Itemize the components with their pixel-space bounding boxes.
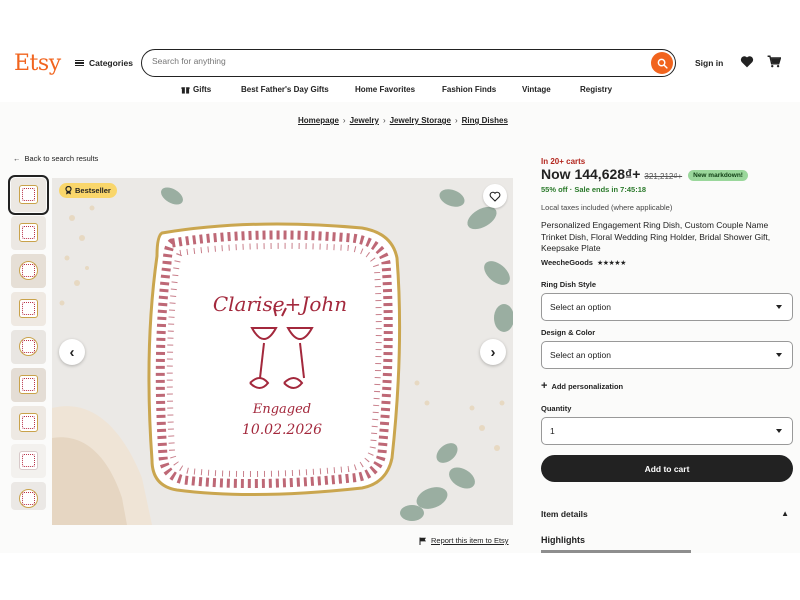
favorite-button[interactable] xyxy=(483,184,507,208)
thumbnail-image[interactable] xyxy=(11,444,46,478)
item-details-label: Item details xyxy=(541,509,588,519)
quantity-label: Quantity xyxy=(541,404,572,413)
product-title: Personalized Engagement Ring Dish, Custo… xyxy=(541,220,771,253)
nav-fathers-day[interactable]: Best Father's Day Gifts xyxy=(241,82,329,96)
chevron-right-icon: › xyxy=(342,116,346,125)
thumbnail-image[interactable] xyxy=(11,216,46,250)
favorites-heart-icon[interactable] xyxy=(740,55,754,73)
main-product-image[interactable]: Clarise+John Engaged 10.02.2026 Bestsell… xyxy=(52,178,513,525)
thumbnail-image[interactable] xyxy=(11,406,46,440)
thumbnail-image[interactable] xyxy=(11,368,46,402)
price-row: Now 144,628₫+ 321,212₫+ New markdown! xyxy=(541,166,748,183)
ring-dish-style-label: Ring Dish Style xyxy=(541,280,597,289)
quantity-select[interactable]: 1 xyxy=(541,417,793,445)
add-personalization-button[interactable]: + Add personalization xyxy=(541,380,623,392)
nav-registry[interactable]: Registry xyxy=(580,82,612,96)
nav-home-favorites[interactable]: Home Favorites xyxy=(355,82,415,96)
shop-name-link[interactable]: WeecheGoods xyxy=(541,258,593,267)
report-item-link[interactable]: Report this item to Etsy xyxy=(419,536,509,545)
select-value: Select an option xyxy=(550,302,611,312)
breadcrumb-link[interactable]: Ring Dishes xyxy=(462,116,508,125)
back-to-results-link[interactable]: ← Back to search results xyxy=(13,154,98,163)
thumbnail-image[interactable] xyxy=(8,175,49,215)
nav-label: Best Father's Day Gifts xyxy=(241,84,329,94)
ring-dish-photo: Clarise+John Engaged 10.02.2026 xyxy=(52,187,513,525)
nav-fashion-finds[interactable]: Fashion Finds xyxy=(442,82,496,96)
breadcrumb-link[interactable]: Homepage xyxy=(298,116,339,125)
design-color-select[interactable]: Select an option xyxy=(541,341,793,369)
menu-icon xyxy=(75,59,84,67)
nav-label: Vintage xyxy=(522,84,551,94)
breadcrumb-link[interactable]: Jewelry xyxy=(350,116,379,125)
next-image-button[interactable]: › xyxy=(480,339,506,365)
search-input[interactable] xyxy=(152,56,632,66)
markdown-badge: New markdown! xyxy=(688,170,748,181)
plus-icon: + xyxy=(541,380,548,392)
ring-dish-style-select[interactable]: Select an option xyxy=(541,293,793,321)
dish-date-text: 10.02.2026 xyxy=(242,422,322,438)
etsy-logo[interactable]: Etsy xyxy=(14,51,61,76)
category-nav: Gifts Best Father's Day Gifts Home Favor… xyxy=(0,82,800,102)
caret-down-icon xyxy=(776,353,782,357)
taxes-note: Local taxes included (where applicable) xyxy=(541,203,673,212)
cart-icon[interactable] xyxy=(767,55,782,73)
back-label: Back to search results xyxy=(24,154,99,163)
thumbnail-image[interactable] xyxy=(11,482,46,510)
nav-label: Fashion Finds xyxy=(442,84,497,94)
chevron-left-icon: ‹ xyxy=(69,343,75,361)
search-icon xyxy=(657,58,668,69)
signin-link[interactable]: Sign in xyxy=(695,58,723,68)
add-to-cart-button[interactable]: Add to cart xyxy=(541,455,793,482)
heart-outline-icon xyxy=(489,191,501,202)
sale-text: 55% off · Sale ends in 7:45:18 xyxy=(541,185,647,194)
nav-label: Registry xyxy=(580,84,613,94)
chevron-right-icon: › xyxy=(382,116,386,125)
original-price: 321,212₫+ xyxy=(644,172,683,181)
search-button[interactable] xyxy=(651,52,673,74)
caret-down-icon xyxy=(776,305,782,309)
add-personalization-label: Add personalization xyxy=(551,381,624,391)
breadcrumb: Homepage › Jewelry › Jewelry Storage › R… xyxy=(298,116,508,125)
bestseller-badge: Bestseller xyxy=(59,183,117,198)
nav-vintage[interactable]: Vintage xyxy=(522,82,551,96)
award-icon xyxy=(65,186,72,195)
quantity-value: 1 xyxy=(550,426,555,436)
dish-names-text: Clarise+John xyxy=(213,292,347,316)
shop-info: WeecheGoods ★★★★★ xyxy=(541,258,626,267)
gift-icon xyxy=(181,86,190,94)
arrow-left-icon: ← xyxy=(13,154,21,163)
categories-label: Categories xyxy=(89,58,133,68)
dish-caption-text: Engaged xyxy=(252,402,311,417)
caret-down-icon xyxy=(776,429,782,433)
flag-icon xyxy=(419,537,426,545)
bestseller-label: Bestseller xyxy=(75,186,111,195)
design-color-label: Design & Color xyxy=(541,328,596,337)
categories-button[interactable]: Categories xyxy=(75,58,133,68)
rating-stars: ★★★★★ xyxy=(596,259,626,267)
chevron-right-icon: › xyxy=(454,116,458,125)
search-bar xyxy=(141,49,676,77)
thumbnail-image[interactable] xyxy=(11,330,46,364)
thumbnail-image[interactable] xyxy=(11,254,46,288)
select-value: Select an option xyxy=(550,350,611,360)
nav-label: Home Favorites xyxy=(355,84,416,94)
product-page: Etsy Categories Sign in Gifts Best Fathe… xyxy=(0,47,800,553)
in-carts-text: In 20+ carts xyxy=(541,157,586,166)
highlights-heading: Highlights xyxy=(541,535,585,545)
report-label: Report this item to Etsy xyxy=(431,536,509,545)
breadcrumb-link[interactable]: Jewelry Storage xyxy=(390,116,451,125)
nav-gifts[interactable]: Gifts xyxy=(181,82,211,96)
item-details-toggle[interactable]: Item details ▲ xyxy=(541,509,793,519)
chevron-up-icon: ▲ xyxy=(781,509,789,518)
previous-image-button[interactable]: ‹ xyxy=(59,339,85,365)
chevron-right-icon: › xyxy=(490,343,496,361)
current-price: Now 144,628₫+ xyxy=(541,166,641,182)
truncated-content xyxy=(541,550,691,553)
thumbnail-image[interactable] xyxy=(11,292,46,326)
thumbnail-list xyxy=(8,175,49,510)
nav-label: Gifts xyxy=(193,84,212,94)
